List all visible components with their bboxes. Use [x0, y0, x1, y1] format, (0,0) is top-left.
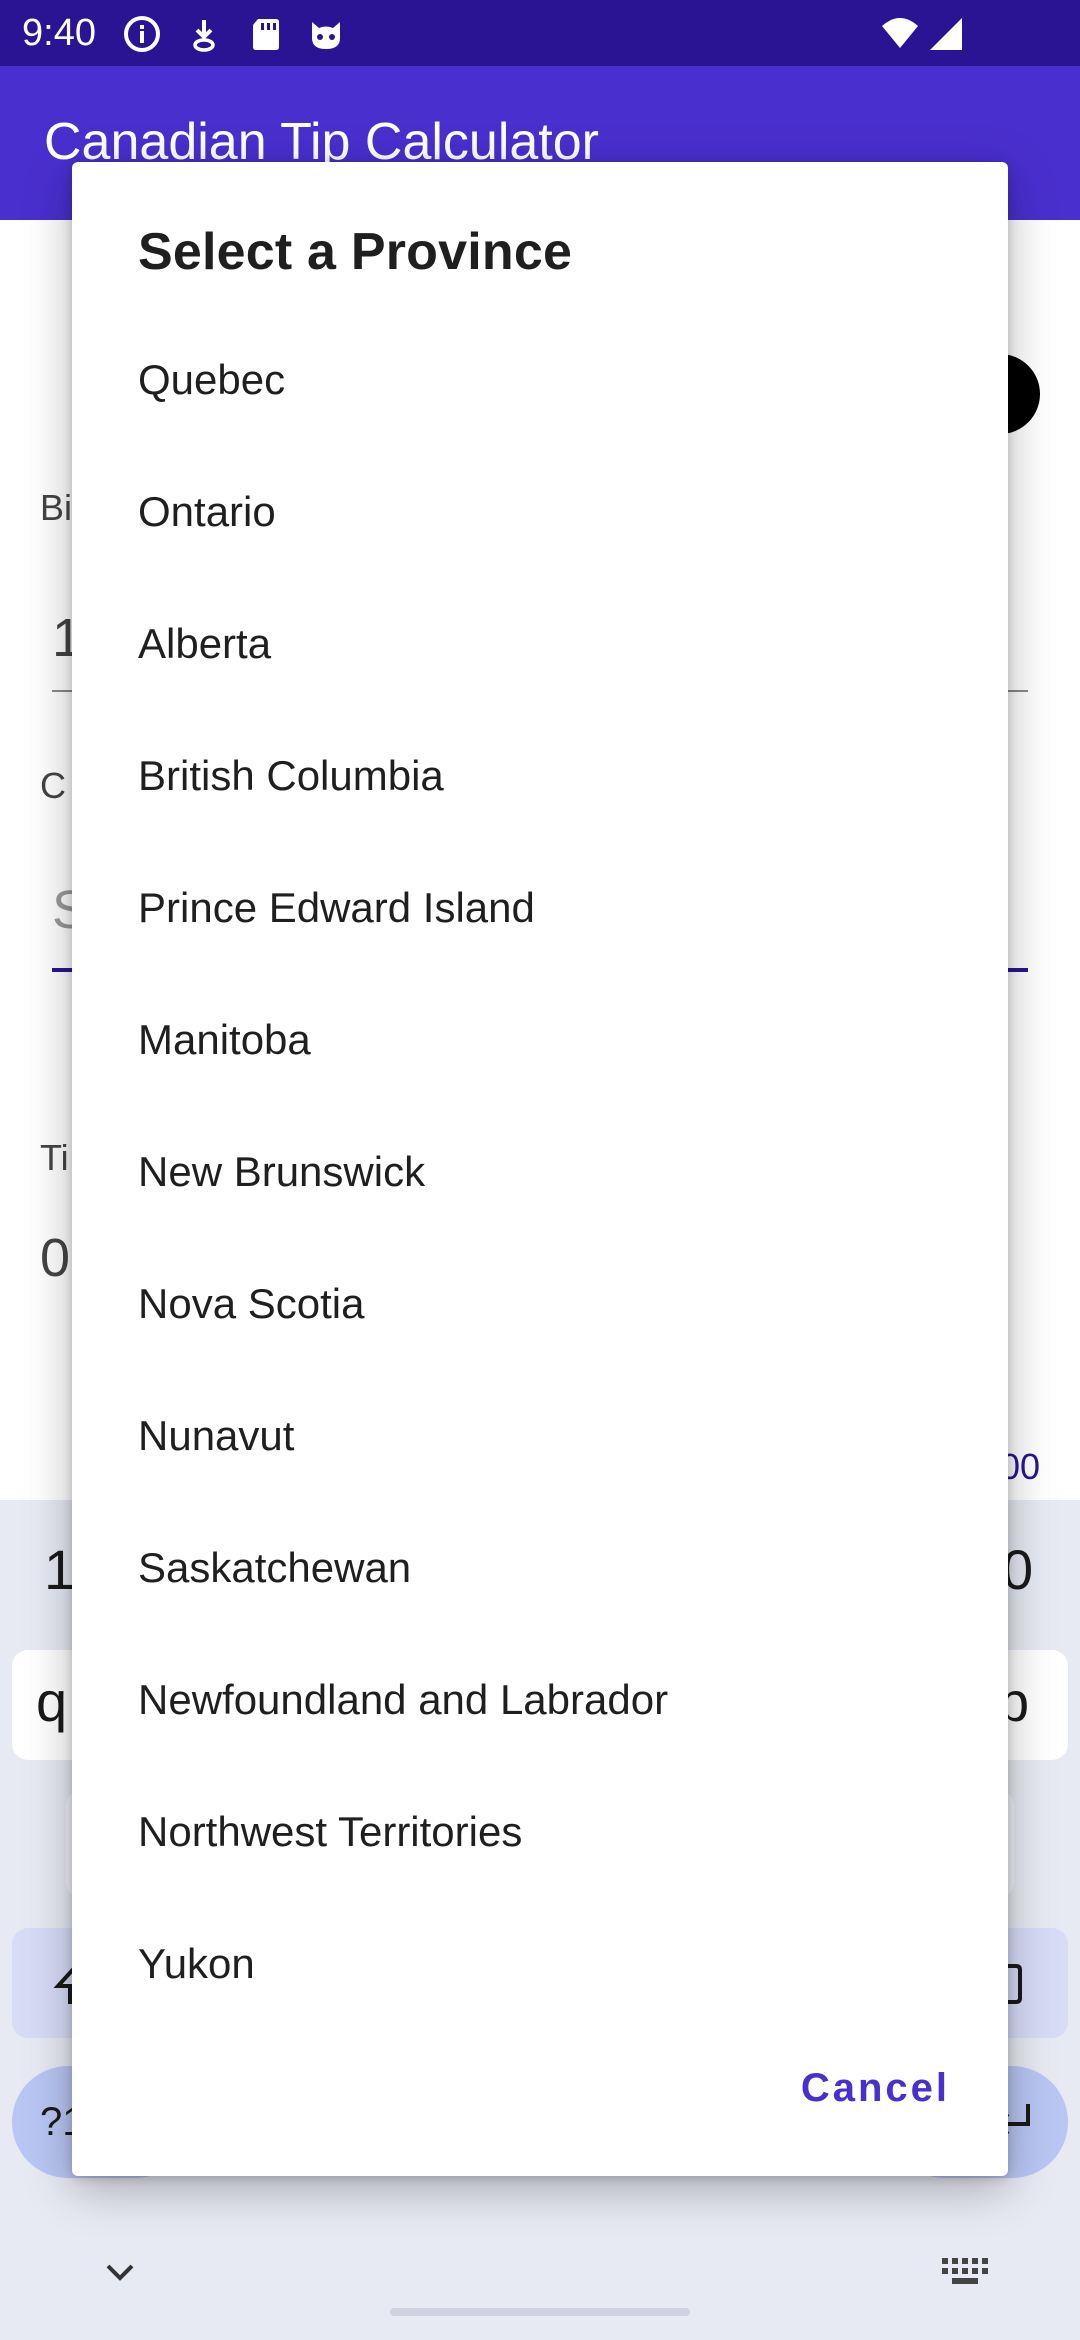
province-option-alberta[interactable]: Alberta — [72, 578, 1008, 710]
province-option-new-brunswick[interactable]: New Brunswick — [72, 1106, 1008, 1238]
province-option-nova-scotia[interactable]: Nova Scotia — [72, 1238, 1008, 1370]
tip-value-fragment: 0 — [40, 1228, 71, 1288]
bill-amount-label-fragment: Bi — [40, 487, 73, 528]
tip-label-fragment: Ti — [40, 1137, 69, 1178]
gesture-nav-pill[interactable] — [390, 2308, 690, 2316]
province-option-quebec[interactable]: Quebec — [72, 314, 1008, 446]
status-time: 9:40 — [22, 12, 96, 54]
key-q-label: q — [36, 1670, 68, 1733]
province-option-yukon[interactable]: Yukon — [72, 1898, 1008, 2030]
cellular-signal-icon — [926, 14, 966, 54]
province-option-newfoundland-and-labrador[interactable]: Newfoundland and Labrador — [72, 1634, 1008, 1766]
keyboard-icon[interactable] — [938, 2246, 990, 2298]
province-list: Quebec Ontario Alberta British Columbia … — [72, 314, 1008, 2030]
province-label-fragment: C — [40, 765, 66, 806]
province-option-saskatchewan[interactable]: Saskatchewan — [72, 1502, 1008, 1634]
dialog-title: Select a Province — [138, 223, 573, 281]
wifi-icon — [880, 14, 920, 54]
dialog-actions: Cancel — [72, 2040, 1008, 2136]
chevron-down-icon[interactable] — [94, 2246, 146, 2298]
province-option-northwest-territories[interactable]: Northwest Territories — [72, 1766, 1008, 1898]
cat-face-icon — [306, 14, 346, 54]
province-option-prince-edward-island[interactable]: Prince Edward Island — [72, 842, 1008, 974]
province-selection-dialog: Select a Province Quebec Ontario Alberta… — [72, 162, 1008, 2176]
cancel-button[interactable]: Cancel — [791, 2050, 960, 2126]
province-option-british-columbia[interactable]: British Columbia — [72, 710, 1008, 842]
province-option-ontario[interactable]: Ontario — [72, 446, 1008, 578]
download-notification-icon — [184, 14, 224, 54]
number-key-fragment[interactable]: 1 — [44, 1540, 75, 1600]
status-bar: 9:40 — [0, 0, 1080, 66]
province-option-manitoba[interactable]: Manitoba — [72, 974, 1008, 1106]
province-option-nunavut[interactable]: Nunavut — [72, 1370, 1008, 1502]
info-icon — [122, 14, 162, 54]
sd-card-icon — [246, 14, 286, 54]
